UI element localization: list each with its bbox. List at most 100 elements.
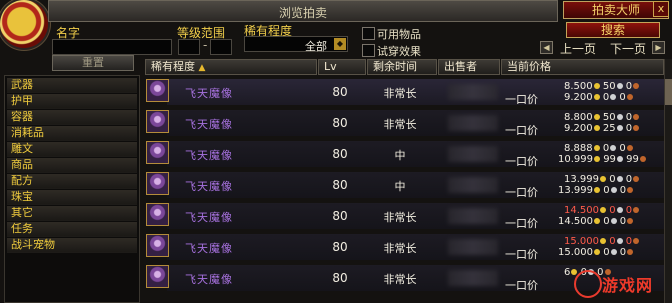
column-seller[interactable]: 出售者	[438, 59, 500, 75]
column-time[interactable]: 剩余时间	[367, 59, 437, 75]
copper-coin-icon	[639, 156, 646, 162]
category-consumables[interactable]: 消耗品	[7, 126, 137, 141]
category-quest[interactable]: 任务	[7, 222, 137, 237]
seller-name-blurred	[448, 270, 498, 286]
column-level[interactable]: Lv	[318, 59, 366, 75]
column-rarity[interactable]: 稀有程度 ▲	[145, 59, 317, 75]
next-page-button[interactable]: 下一页	[610, 40, 646, 57]
category-gems[interactable]: 珠宝	[7, 190, 137, 205]
table-row[interactable]: 飞天魔像 80 非常长 一口价 15.000 0 0 15.000 0 0	[145, 232, 672, 262]
silver-coin-icon	[610, 94, 617, 100]
table-row[interactable]: 飞天魔像 80 非常长 一口价 8.500 50 0 9.200 0 0	[145, 77, 672, 107]
buyout-label: 一口价	[505, 186, 538, 199]
item-level: 80	[332, 147, 348, 161]
name-input[interactable]	[52, 39, 172, 55]
gold-coin-icon	[594, 156, 600, 162]
category-recipes[interactable]: 配方	[7, 174, 137, 189]
level-min-input[interactable]	[178, 39, 200, 55]
item-icon[interactable]	[146, 234, 169, 257]
time-left: 非常长	[383, 118, 417, 131]
gold-coin-icon	[594, 249, 600, 255]
gold-coin-icon	[593, 114, 600, 120]
category-containers[interactable]: 容器	[7, 110, 137, 125]
reset-button[interactable]: 重置	[52, 55, 134, 71]
column-price[interactable]: 当前价格	[501, 59, 664, 75]
item-name[interactable]: 飞天魔像	[185, 147, 233, 163]
category-sidebar: 武器 护甲 容器 消耗品 雕文 商品 配方 珠宝 其它 任务 战斗宠物	[4, 75, 140, 303]
prev-page-button[interactable]: 上一页	[560, 40, 596, 57]
category-armor[interactable]: 护甲	[7, 94, 137, 109]
level-max-input[interactable]	[210, 39, 232, 55]
item-icon[interactable]	[146, 203, 169, 226]
next-page-arrow-icon[interactable]: ▶	[652, 41, 665, 54]
rarity-dropdown-value: 全部	[305, 40, 327, 53]
silver-coin-icon	[616, 156, 623, 162]
copper-coin-icon	[633, 114, 640, 120]
buyout-label: 一口价	[505, 279, 538, 292]
item-icon[interactable]	[146, 265, 169, 288]
silver-coin-icon	[616, 238, 623, 244]
buyout-label: 一口价	[505, 155, 538, 168]
window-title: 浏览拍卖	[278, 6, 327, 20]
preview-checkbox[interactable]	[362, 44, 375, 57]
time-left: 非常长	[383, 87, 417, 100]
preview-label: 试穿效果	[377, 45, 421, 58]
usable-items-checkbox[interactable]	[362, 27, 375, 40]
item-name[interactable]: 飞天魔像	[185, 85, 233, 101]
item-name[interactable]: 飞天魔像	[185, 178, 233, 194]
results-scrollbar[interactable]	[664, 59, 672, 303]
search-button[interactable]: 搜索	[566, 22, 660, 38]
level-range-dash: -	[203, 38, 208, 52]
category-trade-goods[interactable]: 商品	[7, 158, 137, 173]
silver-coin-icon	[610, 218, 617, 224]
chevron-down-icon[interactable]: ◆	[334, 38, 346, 50]
item-name[interactable]: 飞天魔像	[185, 209, 233, 225]
item-icon[interactable]	[146, 110, 169, 133]
watermark-text: 游戏网	[602, 276, 654, 295]
item-name[interactable]: 飞天魔像	[185, 271, 233, 287]
silver-coin-icon	[616, 83, 623, 89]
table-row[interactable]: 飞天魔像 80 中 一口价 8.888 0 0 10.999 99 99	[145, 139, 672, 169]
gold-coin-icon	[593, 83, 600, 89]
close-icon[interactable]: x	[653, 1, 669, 17]
buyout-label: 一口价	[505, 248, 538, 261]
buyout-price: 15.000 0 0	[558, 247, 634, 258]
gold-coin-icon	[594, 218, 600, 224]
watermark-circle-icon	[574, 270, 602, 298]
table-row[interactable]: 飞天魔像 80 中 一口价 13.999 0 0 13.999 0 0	[145, 170, 672, 200]
seller-name-blurred	[448, 177, 498, 193]
category-battle-pets[interactable]: 战斗宠物	[7, 238, 137, 253]
silver-coin-icon	[616, 125, 623, 131]
item-icon[interactable]	[146, 141, 169, 164]
sort-arrow-icon: ▲	[198, 63, 206, 73]
window-titlebar: 浏览拍卖	[48, 0, 558, 22]
item-level: 80	[332, 178, 348, 192]
item-name[interactable]: 飞天魔像	[185, 116, 233, 132]
rarity-dropdown[interactable]: 全部 ◆	[244, 36, 348, 53]
category-glyphs[interactable]: 雕文	[7, 142, 137, 157]
buyout-price: 13.999 0 0	[558, 185, 634, 196]
gold-coin-icon	[593, 125, 600, 131]
copper-coin-icon	[633, 207, 640, 213]
prev-page-arrow-icon[interactable]: ◀	[540, 41, 553, 54]
scrollbar-thumb[interactable]	[665, 79, 672, 105]
time-left: 非常长	[383, 211, 417, 224]
buyout-price: 14.500 0 0	[558, 216, 634, 227]
copper-coin-icon	[627, 218, 634, 224]
item-icon[interactable]	[146, 172, 169, 195]
gold-coin-icon	[593, 94, 600, 100]
gold-coin-icon	[593, 145, 600, 151]
column-rarity-label: 稀有程度	[151, 60, 195, 73]
item-level: 80	[332, 85, 348, 99]
copper-coin-icon	[627, 187, 634, 193]
buyout-price: 10.999 99 99	[558, 154, 646, 165]
table-row[interactable]: 飞天魔像 80 非常长 一口价 14.500 0 0 14.500 0 0	[145, 201, 672, 231]
seller-name-blurred	[448, 146, 498, 162]
time-left: 中	[394, 149, 406, 162]
table-row[interactable]: 飞天魔像 80 非常长 一口价 8.800 50 0 9.200 25 0	[145, 108, 672, 138]
item-icon[interactable]	[146, 79, 169, 102]
category-misc[interactable]: 其它	[7, 206, 137, 221]
item-name[interactable]: 飞天魔像	[185, 240, 233, 256]
item-level: 80	[332, 240, 348, 254]
category-weapons[interactable]: 武器	[7, 78, 137, 93]
